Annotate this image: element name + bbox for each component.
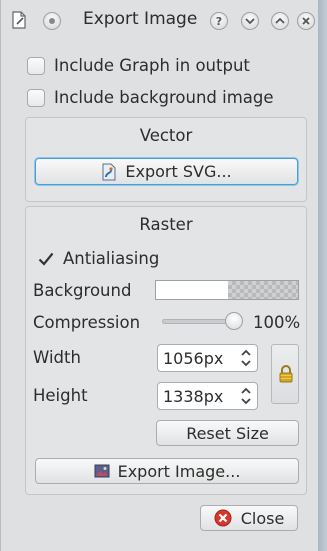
window-menu-icon[interactable] <box>11 11 27 33</box>
export-image-button[interactable]: Export Image... <box>35 458 299 484</box>
transparency-checker <box>228 281 298 299</box>
padlock-icon <box>279 365 293 383</box>
help-button[interactable]: ? <box>210 12 228 30</box>
window-edge <box>318 0 327 551</box>
sticky-button[interactable] <box>43 12 61 30</box>
chevron-up-icon <box>275 17 285 24</box>
reset-size-button[interactable]: Reset Size <box>156 420 299 446</box>
antialiasing-label: Antialiasing <box>63 249 160 268</box>
export-image-label: Export Image... <box>117 461 241 481</box>
shade-button[interactable] <box>241 12 259 30</box>
include-graph-option[interactable]: Include Graph in output <box>27 56 250 75</box>
close-label: Close <box>240 508 285 528</box>
background-label: Background <box>33 281 132 300</box>
include-background-checkbox[interactable] <box>27 88 45 107</box>
compression-value: 100% <box>253 313 301 332</box>
include-background-label: Include background image <box>54 88 274 107</box>
spin-arrows-icon[interactable] <box>240 386 252 406</box>
spin-arrows-icon[interactable] <box>240 348 252 368</box>
checkmark-icon <box>38 252 54 266</box>
include-graph-label: Include Graph in output <box>54 56 250 75</box>
height-label: Height <box>33 386 88 405</box>
aspect-lock-button[interactable] <box>271 344 299 404</box>
include-background-option[interactable]: Include background image <box>27 88 274 107</box>
antialiasing-checkbox[interactable] <box>37 250 55 268</box>
close-icon <box>302 17 310 25</box>
maximize-button[interactable] <box>271 12 289 30</box>
height-spinbox[interactable]: 1338px <box>157 382 258 410</box>
background-color-swatch[interactable] <box>155 280 299 300</box>
compression-slider-handle[interactable] <box>225 312 243 330</box>
export-svg-label: Export SVG... <box>125 162 232 181</box>
width-spinbox[interactable]: 1056px <box>157 344 258 372</box>
window-title: Export Image <box>83 9 198 29</box>
title-bar: Export Image ? <box>1 0 319 40</box>
close-window-button[interactable] <box>297 12 315 30</box>
image-file-icon <box>94 464 110 478</box>
width-value: 1056px <box>163 349 224 368</box>
vector-group-title: Vector <box>139 126 193 145</box>
red-x-circle-icon <box>214 509 232 527</box>
width-label: Width <box>33 348 81 367</box>
include-graph-checkbox[interactable] <box>27 56 45 75</box>
height-value: 1338px <box>163 387 224 406</box>
pin-circle-icon <box>49 18 55 24</box>
antialiasing-option[interactable]: Antialiasing <box>37 249 159 268</box>
export-svg-button[interactable]: Export SVG... <box>35 158 298 185</box>
export-image-dialog: Export Image ? Include Graph in output I… <box>0 0 318 551</box>
compression-label: Compression <box>33 313 141 332</box>
chevron-down-icon <box>245 18 255 25</box>
reset-size-label: Reset Size <box>186 423 269 443</box>
close-button[interactable]: Close <box>200 505 298 531</box>
svg-file-icon <box>101 163 117 181</box>
raster-group-title: Raster <box>139 215 193 234</box>
